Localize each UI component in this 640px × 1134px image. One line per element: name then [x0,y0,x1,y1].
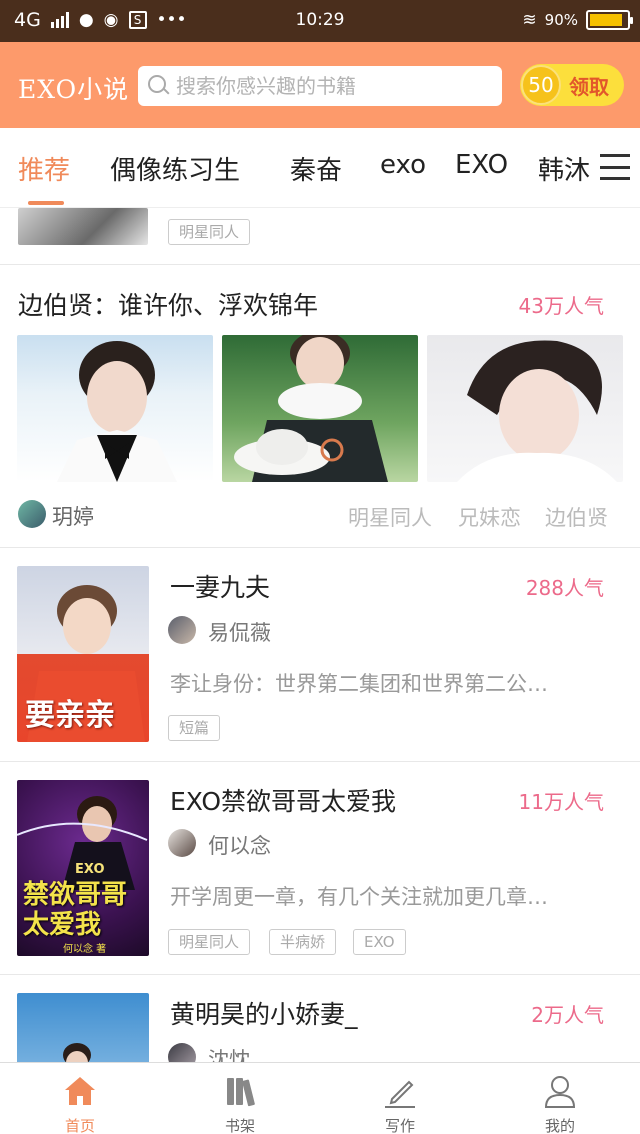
author-avatar[interactable] [168,1043,196,1062]
divider [0,264,640,265]
cover-illustration [63,1043,91,1062]
bottom-nav: 首页 书架 写作 我的 [0,1062,640,1134]
featured-popularity: 43万人气 [518,294,604,318]
status-bar: 4G ● ◉ S ••• 10:29 ≋ 90% [0,0,640,42]
book-popularity: 2万人气 [531,1003,604,1027]
book-tag: 明星同人 [168,219,251,245]
category-tabs: 推荐 偶像练习生 秦奋 exo EXO 韩沐 [0,128,640,208]
tab-qinfen[interactable]: 秦奋 [290,150,342,187]
book-cover[interactable]: 要亲亲 [17,566,149,742]
search-bar[interactable] [138,66,502,106]
nav-label: 写作 [384,1117,415,1134]
active-tab-indicator [28,201,64,205]
keyword[interactable]: 兄妹恋 [458,502,521,532]
nav-label: 我的 [544,1117,575,1134]
book-title[interactable]: 一妻九夫 [170,568,270,604]
home-icon [65,1077,95,1105]
portrait-illustration [57,341,177,482]
author-avatar[interactable] [18,500,46,528]
keyword[interactable]: 明星同人 [348,502,432,532]
nav-write[interactable]: 写作 [320,1063,480,1134]
partial-book-cover[interactable] [18,208,148,245]
tab-recommend[interactable]: 推荐 [18,150,70,187]
feed[interactable]: 明星同人 边伯贤：谁许你、浮欢锦年 43万人气 玥婷 明星同人 兄妹恋 边伯贤 … [0,208,640,1062]
battery-icon [586,10,633,30]
cover-text: 要亲亲 [25,698,115,733]
book-author[interactable]: 易侃薇 [208,617,271,647]
book-author[interactable]: 何以念 [208,830,271,860]
pen-icon [385,1080,415,1108]
featured-image-2[interactable] [222,335,418,482]
book-cover[interactable]: EXO 禁欲哥哥太爱我 何以念 著 [17,780,149,956]
divider [0,761,640,762]
nav-bookshelf[interactable]: 书架 [160,1063,320,1134]
portrait-illustration [457,340,617,482]
featured-image-1[interactable] [17,335,213,482]
book-tag: 短篇 [168,715,221,741]
nav-profile[interactable]: 我的 [480,1063,640,1134]
nav-home[interactable]: 首页 [0,1063,160,1134]
nav-label: 首页 [64,1117,95,1134]
claim-label: 领取 [569,74,609,99]
coin-icon: 50 [521,65,561,105]
book-author[interactable]: 沈忱 [208,1044,250,1062]
book-description: 开学周更一章，有几个关注就加更几章… [170,885,548,909]
battery-percent: 90% [544,11,578,29]
app-logo: EXO小说 [18,75,130,104]
book-popularity: 11万人气 [518,790,604,814]
cover-author: 何以念 著 [63,944,107,955]
divider [0,974,640,975]
claim-coins-button[interactable]: 50 领取 [520,64,624,106]
nav-label: 书架 [224,1117,255,1134]
featured-title[interactable]: 边伯贤：谁许你、浮欢锦年 [18,286,318,322]
tab-exo-upper[interactable]: EXO [455,150,508,180]
cover-text: 禁欲哥哥太爱我 [23,880,128,940]
author-avatar[interactable] [168,616,196,644]
portrait-illustration [234,335,388,482]
book-tag: 明星同人 [168,929,251,955]
book-description: 李让身份：世界第二集团和世界第二公… [170,672,548,696]
book-title[interactable]: 黄明昊的小娇妻_ [170,995,358,1031]
cover-subtext: EXO [75,862,105,877]
featured-author[interactable]: 玥婷 [52,501,94,531]
book-tag: EXO [353,929,406,955]
author-avatar[interactable] [168,829,196,857]
book-tag: 半病娇 [269,929,337,955]
user-icon [544,1076,576,1108]
tab-idol-trainee[interactable]: 偶像练习生 [110,150,240,187]
book-popularity: 288人气 [525,576,604,600]
book-title[interactable]: EXO禁欲哥哥太爱我 [170,782,396,818]
app-header: EXO小说 50 领取 [0,42,640,128]
featured-image-3[interactable] [427,335,623,482]
search-icon [148,75,170,97]
search-input[interactable] [176,74,486,98]
tab-exo-lower[interactable]: exo [380,150,426,180]
menu-icon[interactable] [600,154,630,180]
bookshelf-icon [227,1078,255,1107]
tab-hanmu[interactable]: 韩沐 [538,150,590,187]
divider [0,547,640,548]
wifi-icon: ≋ [522,10,537,30]
keyword[interactable]: 边伯贤 [545,502,608,532]
book-cover[interactable] [17,993,149,1062]
